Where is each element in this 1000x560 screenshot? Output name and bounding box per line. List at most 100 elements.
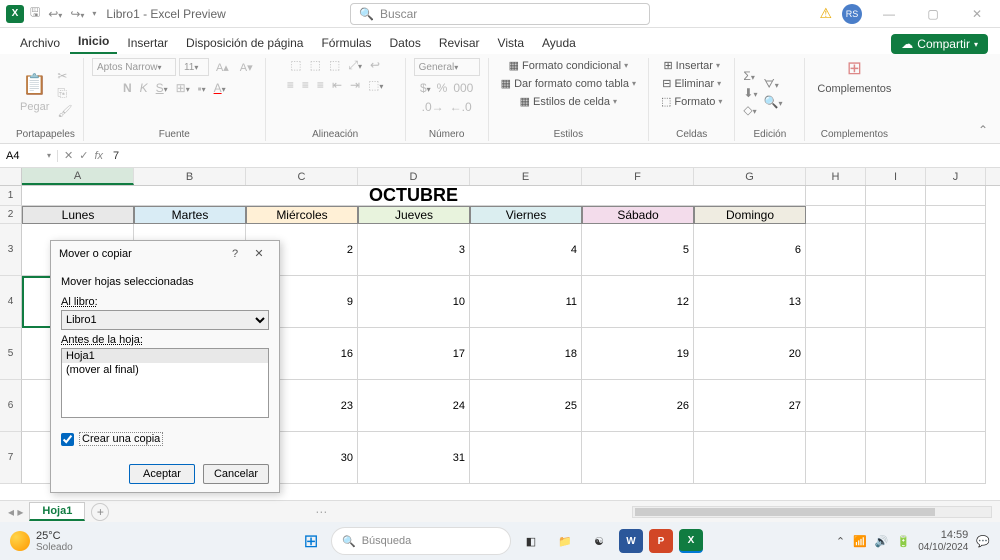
user-avatar[interactable]: RS [842,4,862,24]
bold-icon[interactable]: N [123,81,132,96]
currency-icon[interactable]: $▾ [420,81,431,95]
col-header-F[interactable]: F [582,168,694,185]
redo-icon[interactable]: ↪▾ [70,7,84,21]
paste-button[interactable]: Pegar [16,100,53,114]
col-header-D[interactable]: D [358,168,470,185]
cell[interactable]: 12 [582,276,694,328]
taskbar-search[interactable]: 🔍 Búsqueda [331,527,511,555]
col-header-C[interactable]: C [246,168,358,185]
explorer-icon[interactable]: 📁 [551,527,579,555]
save-icon[interactable]: 🖫 [30,3,40,24]
cell[interactable] [582,432,694,484]
create-copy-checkbox[interactable] [61,433,74,446]
conditional-format-button[interactable]: ▦ Formato condicional ▾ [505,58,632,73]
enter-formula-icon[interactable]: ✓ [79,149,88,162]
cell[interactable]: Jueves [358,206,470,224]
cell[interactable]: 5 [582,224,694,276]
format-painter-icon[interactable]: 🖌 [57,104,72,118]
sort-filter-icon[interactable]: ᗊ▾ [763,77,782,92]
cell[interactable] [926,224,986,276]
cell[interactable] [866,206,926,224]
underline-icon[interactable]: S▾ [156,81,168,96]
wifi-icon[interactable]: 📶 [853,535,867,548]
cell[interactable] [926,206,986,224]
cell[interactable]: Viernes [470,206,582,224]
cell[interactable] [806,206,866,224]
menu-tab-insertar[interactable]: Insertar [119,32,176,54]
cell[interactable]: Sábado [582,206,694,224]
sheet-tab-active[interactable]: Hoja1 [29,502,85,521]
cell[interactable]: 3 [358,224,470,276]
col-header-I[interactable]: I [866,168,926,185]
col-header-G[interactable]: G [694,168,806,185]
inc-indent-icon[interactable]: ⇥ [350,78,360,92]
select-all-corner[interactable] [0,168,22,185]
cell[interactable]: Miércoles [246,206,358,224]
listbox-item[interactable]: Hoja1 [62,349,268,363]
battery-icon[interactable]: 🔋 [897,535,911,548]
cancel-formula-icon[interactable]: ✕ [64,149,73,162]
cell[interactable]: 27 [694,380,806,432]
task-view-icon[interactable]: ◧ [517,527,545,555]
italic-icon[interactable]: K [140,81,148,96]
menu-tab-vista[interactable]: Vista [490,32,532,54]
copilot-icon[interactable]: ☯ [585,527,613,555]
copy-icon[interactable]: ⎘ [57,86,72,101]
formula-value[interactable]: 7 [113,150,119,162]
word-icon[interactable]: W [619,529,643,553]
share-button[interactable]: ☁ Compartir ▾ [891,34,988,54]
col-header-A[interactable]: A [22,168,134,185]
cell[interactable] [926,328,986,380]
cell[interactable]: 19 [582,328,694,380]
cell[interactable] [926,380,986,432]
percent-icon[interactable]: % [437,81,448,95]
cell-styles-button[interactable]: ▦ Estilos de celda ▾ [516,94,621,109]
cell[interactable]: Domingo [694,206,806,224]
number-format-select[interactable]: General ▾ [414,58,480,76]
cell[interactable]: 24 [358,380,470,432]
maximize-button[interactable]: ▢ [916,0,950,28]
powerpoint-icon[interactable]: P [649,529,673,553]
minimize-button[interactable]: — [872,0,906,28]
cell[interactable] [866,380,926,432]
cell[interactable]: 13 [694,276,806,328]
cell[interactable] [866,186,926,206]
search-box[interactable]: 🔍 Buscar [350,3,650,25]
cell[interactable] [806,380,866,432]
format-cells-button[interactable]: ⬚ Formato ▾ [657,94,726,109]
cell[interactable]: 17 [358,328,470,380]
menu-tab-fórmulas[interactable]: Fórmulas [313,32,379,54]
cell[interactable]: 10 [358,276,470,328]
autosum-icon[interactable]: Σ▾ [743,69,757,83]
menu-tab-ayuda[interactable]: Ayuda [534,32,584,54]
cell[interactable] [806,276,866,328]
menu-tab-disposición-de-página[interactable]: Disposición de página [178,32,311,54]
col-header-E[interactable]: E [470,168,582,185]
cut-icon[interactable]: ✂ [57,69,72,83]
align-left-icon[interactable]: ≡ [287,78,294,92]
font-family-select[interactable]: Aptos Narrow ▾ [92,58,176,76]
listbox-item[interactable]: (mover al final) [62,363,268,377]
before-sheet-listbox[interactable]: Hoja1(mover al final) [61,348,269,418]
col-header-B[interactable]: B [134,168,246,185]
dialog-close-button[interactable]: ✕ [247,247,271,260]
cell[interactable]: 18 [470,328,582,380]
font-size-select[interactable]: 11 ▾ [179,58,209,76]
font-color-icon[interactable]: A▾ [214,81,226,96]
name-box[interactable]: A4▾ [0,150,58,162]
cell[interactable] [806,224,866,276]
addins-button[interactable]: Complementos [813,82,895,96]
row-header[interactable]: 3 [0,224,22,276]
cell[interactable]: 25 [470,380,582,432]
fill-icon[interactable]: ⬇▾ [743,86,757,100]
dec-indent-icon[interactable]: ⇤ [332,78,342,92]
col-header-J[interactable]: J [926,168,986,185]
cell[interactable]: 20 [694,328,806,380]
menu-tab-archivo[interactable]: Archivo [12,32,68,54]
merge-icon[interactable]: ⬚▾ [368,78,383,92]
increase-font-icon[interactable]: A▴ [212,60,233,75]
decrease-font-icon[interactable]: A▾ [236,60,257,75]
menu-tab-revisar[interactable]: Revisar [431,32,488,54]
add-sheet-button[interactable]: + [91,503,109,521]
cell[interactable] [694,432,806,484]
